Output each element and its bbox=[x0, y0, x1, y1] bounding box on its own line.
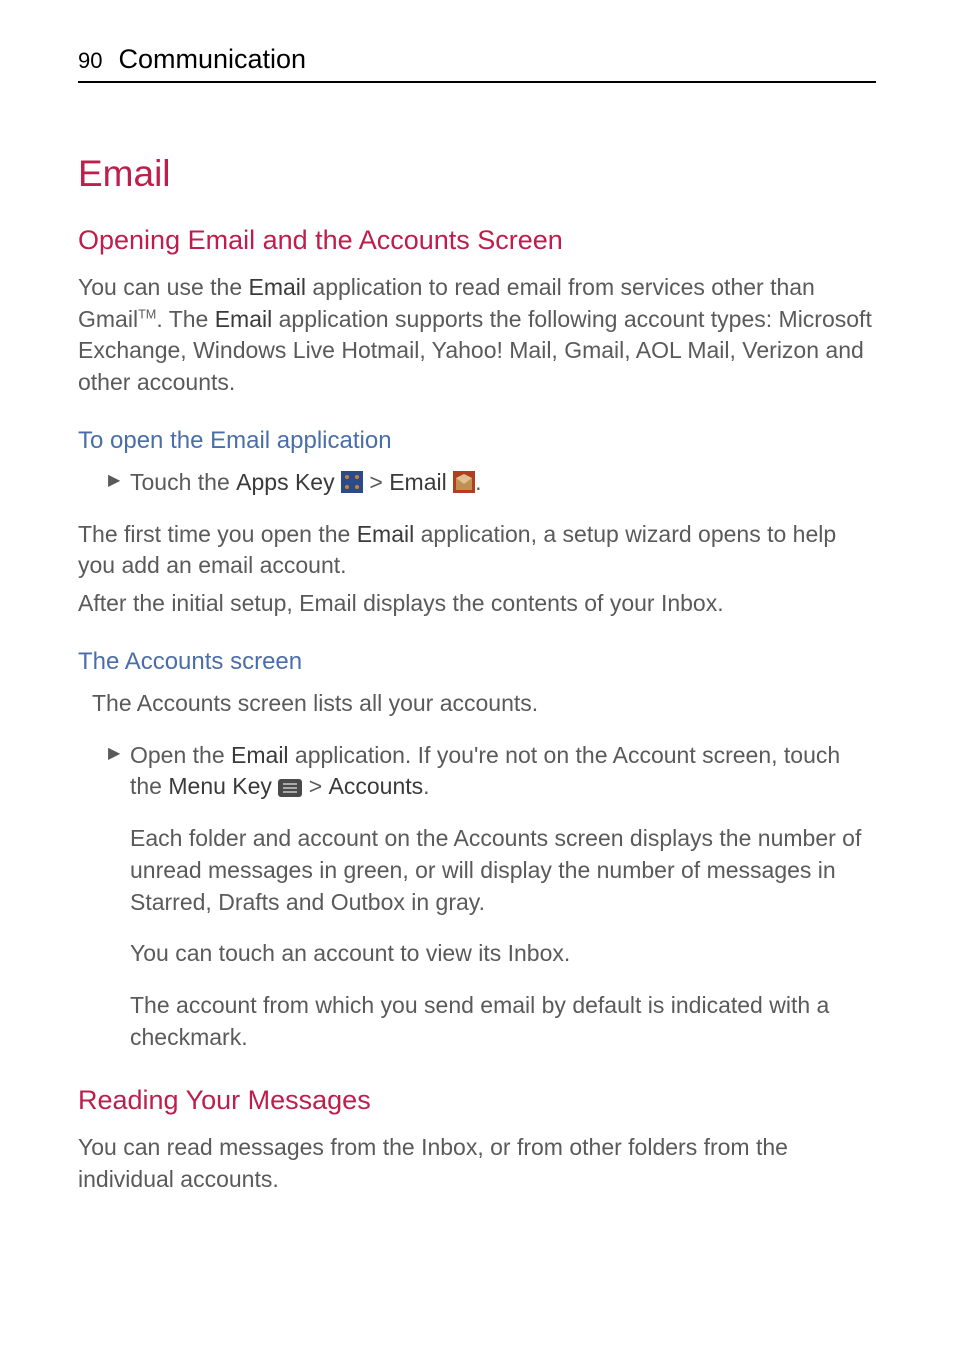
paragraph: Each folder and account on the Accounts … bbox=[78, 823, 876, 918]
text: . bbox=[423, 773, 429, 799]
text-bold: Apps Key bbox=[236, 469, 334, 495]
page-header: 90 Communication bbox=[78, 44, 876, 83]
apps-key-icon bbox=[341, 471, 363, 493]
text: The first time you open the bbox=[78, 521, 357, 547]
section-heading-reading: Reading Your Messages bbox=[78, 1085, 876, 1116]
paragraph: You can read messages from the Inbox, or… bbox=[78, 1132, 876, 1195]
text: You can use the bbox=[78, 274, 249, 300]
bullet-marker-icon: ▶ bbox=[108, 470, 120, 492]
paragraph: After the initial setup, Email displays … bbox=[78, 588, 876, 620]
paragraph: The account from which you send email by… bbox=[78, 990, 876, 1053]
text-bold: Email bbox=[357, 521, 415, 547]
text-bold: Accounts bbox=[329, 773, 424, 799]
paragraph: The Accounts screen lists all your accou… bbox=[78, 688, 876, 720]
page-title: Email bbox=[78, 153, 876, 195]
text-bold: Email bbox=[389, 469, 447, 495]
section-name: Communication bbox=[118, 44, 306, 75]
text-bold: Menu Key bbox=[168, 773, 272, 799]
bullet-marker-icon: ▶ bbox=[108, 743, 120, 765]
section-heading-opening: Opening Email and the Accounts Screen bbox=[78, 225, 876, 256]
email-icon bbox=[453, 471, 475, 493]
text-bold: Email bbox=[249, 274, 307, 300]
text-bold: Email bbox=[215, 306, 273, 332]
text: . The bbox=[156, 306, 214, 332]
bullet-item: ▶ Touch the Apps Key > Email . bbox=[78, 467, 876, 499]
subheading-accounts-screen: The Accounts screen bbox=[78, 648, 876, 676]
paragraph: The first time you open the Email applic… bbox=[78, 519, 876, 582]
text: . bbox=[475, 469, 481, 495]
text: > bbox=[302, 773, 328, 799]
subheading-open-email: To open the Email application bbox=[78, 427, 876, 455]
bullet-item: ▶ Open the Email application. If you're … bbox=[78, 740, 876, 803]
text: Open the bbox=[130, 742, 231, 768]
page-number: 90 bbox=[78, 48, 102, 74]
menu-key-icon bbox=[278, 779, 302, 797]
paragraph: You can touch an account to view its Inb… bbox=[78, 938, 876, 970]
intro-paragraph: You can use the Email application to rea… bbox=[78, 272, 876, 399]
trademark: TM bbox=[138, 307, 156, 321]
text-bold: Email bbox=[231, 742, 289, 768]
text: > bbox=[363, 469, 389, 495]
text: Touch the bbox=[130, 469, 236, 495]
